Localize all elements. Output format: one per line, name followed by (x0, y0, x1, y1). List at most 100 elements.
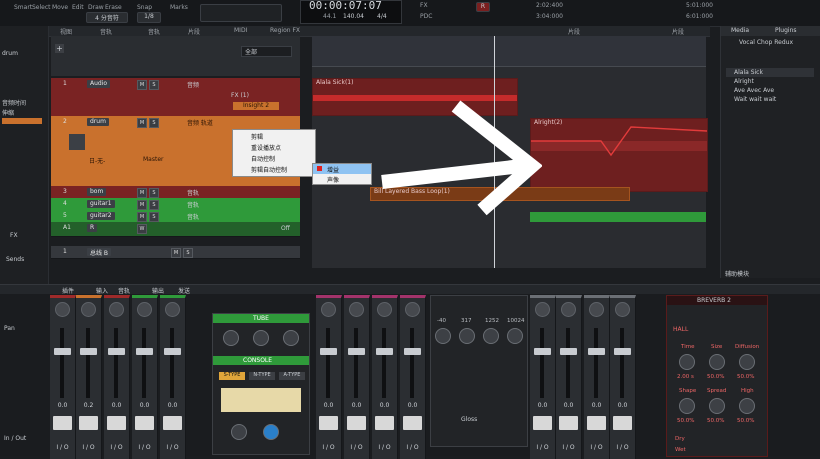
pan-knob[interactable] (589, 302, 604, 317)
fader-track[interactable] (620, 328, 624, 398)
io-button[interactable]: I / O (610, 444, 635, 451)
arrange-view[interactable]: Alala Sick(1) Alright(2) Bill Layered Ba… (312, 36, 708, 268)
draw-tool-label[interactable]: Draw (88, 4, 104, 11)
pan-knob[interactable] (321, 302, 336, 317)
mixer-channel-strip[interactable]: 0.0 I / O (584, 295, 610, 459)
fader-track[interactable] (540, 328, 544, 398)
mute-button[interactable]: M (137, 118, 147, 128)
pan-knob[interactable] (349, 302, 364, 317)
solo-button[interactable]: S (183, 248, 193, 258)
menu-clip[interactable]: 片段 (188, 27, 200, 36)
pan-knob[interactable] (55, 302, 70, 317)
mute-button[interactable]: M (137, 80, 147, 90)
fader-cap[interactable] (54, 348, 71, 355)
track-name[interactable]: 总线 B (87, 248, 112, 257)
drive-knob-blue[interactable] (263, 424, 279, 440)
mixer-channel-strip[interactable]: 0.0 I / O (316, 295, 342, 459)
mixer-channel-strip[interactable]: 0.0 I / O (132, 295, 158, 459)
mute-button[interactable]: M (171, 248, 181, 258)
mute-button[interactable]: M (137, 212, 147, 222)
menu-item-reset-playpoint[interactable]: 重设播放点 (251, 143, 281, 152)
fader-cap[interactable] (560, 348, 577, 355)
submenu-gain[interactable]: 增益 (327, 165, 339, 174)
s-type-button[interactable]: S-TYPE (219, 372, 245, 380)
reverb-shape-knob[interactable] (679, 398, 695, 414)
fader-track[interactable] (382, 328, 386, 398)
pan-knob[interactable] (109, 302, 124, 317)
mixer-channel-strip[interactable]: 0.2 I / O (76, 295, 102, 459)
tab-plugins[interactable]: Plugins (775, 27, 797, 34)
tube-plugin-panel[interactable]: TUBE CONSOLE S-TYPE N-TYPE A-TYPE (212, 313, 310, 455)
automation-mode[interactable]: Off (281, 225, 290, 232)
context-menu[interactable]: 剪辑 重设播放点 自动控制 剪辑自动控制 (232, 129, 316, 177)
track-name[interactable]: drum (87, 118, 109, 126)
track-filter-select[interactable]: 全部 (241, 46, 292, 57)
a-type-button[interactable]: A-TYPE (279, 372, 305, 380)
mixer-channel-strip[interactable]: 0.0 I / O (530, 295, 556, 459)
reverb-plugin-panel[interactable]: BREVERB 2 HALL Time Size Diffusion 2.00 … (666, 295, 768, 457)
track-name[interactable]: Audio (87, 80, 111, 88)
media-file-item[interactable]: Wait wait wait (734, 96, 776, 103)
fader-cap[interactable] (534, 348, 551, 355)
eq-low-knob[interactable] (435, 328, 451, 344)
pan-knob[interactable] (377, 302, 392, 317)
track-automation-a1[interactable]: A1 R W Off (51, 222, 300, 237)
input-gain-knob[interactable] (231, 424, 247, 440)
fader-track[interactable] (594, 328, 598, 398)
submenu[interactable]: 增益 声像 (312, 163, 372, 185)
io-button[interactable]: I / O (316, 444, 341, 451)
reverb-diffusion-knob[interactable] (739, 354, 755, 370)
mixer-channel-strip[interactable]: 0.0 I / O (160, 295, 186, 459)
eq-highmid-knob[interactable] (483, 328, 499, 344)
fader-track[interactable] (60, 328, 64, 398)
fader-cap[interactable] (108, 348, 125, 355)
marks-label[interactable]: Marks (170, 4, 188, 11)
menu-view[interactable]: 视图 (60, 27, 72, 36)
snap-label[interactable]: Snap (137, 4, 152, 11)
eq-lowmid-knob[interactable] (459, 328, 475, 344)
pan-knob[interactable] (405, 302, 420, 317)
fader-track[interactable] (566, 328, 570, 398)
solo-button[interactable]: S (149, 212, 159, 222)
mixer-channel-strip[interactable]: 0.0 I / O (556, 295, 582, 459)
tab-media[interactable]: Media (731, 27, 749, 34)
track-input-select[interactable]: 日-无- (89, 156, 105, 165)
erase-tool-label[interactable]: Erase (105, 4, 122, 11)
transport-controls[interactable] (200, 4, 282, 22)
io-button[interactable]: I / O (104, 444, 129, 451)
gain-automation-line[interactable] (531, 119, 707, 191)
pan-knob[interactable] (615, 302, 630, 317)
time-signature[interactable]: 4/4 (377, 13, 387, 20)
fader-cap[interactable] (320, 348, 337, 355)
fader-cap[interactable] (348, 348, 365, 355)
output-knob[interactable] (253, 330, 269, 346)
fader-track[interactable] (114, 328, 118, 398)
timeline-ruler[interactable] (312, 36, 706, 67)
mix-knob[interactable] (283, 330, 299, 346)
menu-item-automation[interactable]: 自动控制 (251, 154, 275, 163)
track-name[interactable]: guitar1 (87, 200, 115, 208)
mixer-channel-strip[interactable]: 0.0 I / O (50, 295, 76, 459)
menu-item-clip-automation[interactable]: 剪辑自动控制 (251, 165, 287, 174)
menu-region-fx[interactable]: Region FX (270, 27, 300, 34)
solo-button[interactable]: S (149, 200, 159, 210)
menu-right-clip2[interactable]: 片段 (672, 27, 684, 36)
mixer-tab-track[interactable]: 音轨 (118, 286, 130, 295)
n-type-button[interactable]: N-TYPE (249, 372, 275, 380)
pdc-label[interactable]: PDC (420, 13, 432, 20)
submenu-pan[interactable]: 声像 (327, 175, 339, 184)
mute-button[interactable]: M (137, 188, 147, 198)
track-output-select[interactable]: Master (143, 156, 164, 163)
solo-button[interactable]: S (149, 118, 159, 128)
io-button[interactable]: I / O (400, 444, 425, 451)
mute-button[interactable]: M (137, 200, 147, 210)
move-tool-label[interactable]: Move (52, 4, 68, 11)
fader-track[interactable] (326, 328, 330, 398)
smart-tool-label[interactable]: Smart (14, 4, 32, 11)
io-button[interactable]: I / O (50, 444, 75, 451)
mixer-tab-plugins[interactable]: 插件 (62, 286, 74, 295)
grid-resolution-select[interactable]: 1/8 (137, 12, 161, 23)
io-button[interactable]: I / O (556, 444, 581, 451)
fader-track[interactable] (170, 328, 174, 398)
track-name[interactable]: guitar2 (87, 212, 115, 220)
